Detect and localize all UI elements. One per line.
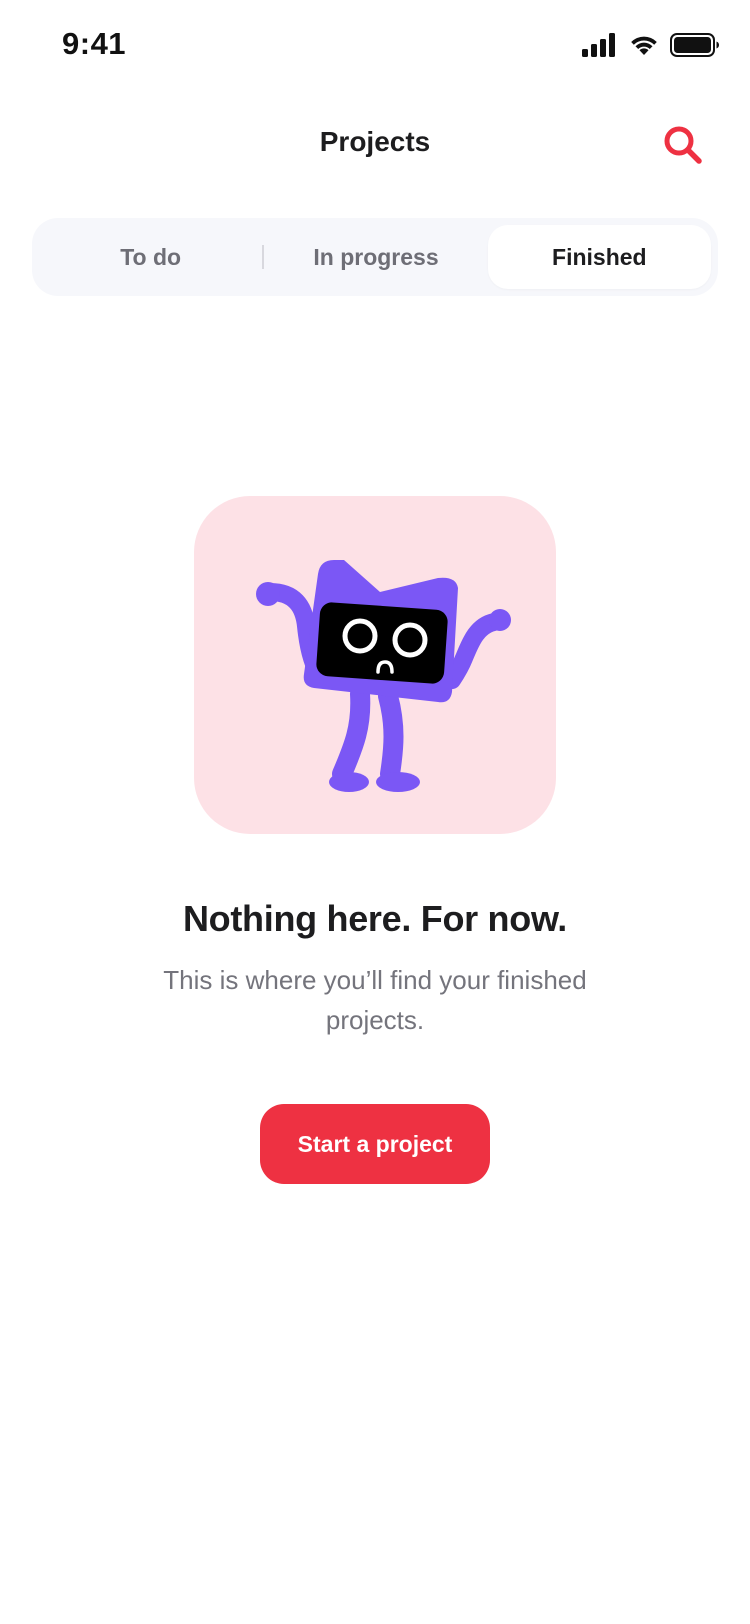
search-icon	[664, 126, 702, 164]
status-time: 9:41	[62, 26, 127, 61]
empty-state-illustration	[194, 496, 556, 834]
nav-header: Projects	[0, 110, 750, 180]
status-icons	[582, 30, 720, 60]
status-bar: 9:41	[0, 0, 750, 90]
battery-icon	[670, 33, 719, 57]
empty-state-subtitle: This is where you’ll find your finished …	[163, 965, 587, 1035]
tab-to-do[interactable]: To do	[39, 225, 262, 289]
tab-in-progress[interactable]: In progress	[264, 225, 487, 289]
start-project-button[interactable]: Start a project	[260, 1104, 490, 1184]
signal-icon	[582, 33, 615, 57]
page-title: Projects	[319, 126, 431, 157]
empty-state-title: Nothing here. For now.	[182, 898, 568, 939]
search-button[interactable]	[660, 122, 706, 168]
tab-finished[interactable]: Finished	[487, 225, 711, 289]
sad-folder-character-icon	[256, 560, 511, 792]
wifi-icon	[631, 36, 657, 55]
status-tabs: To do In progress Finished	[32, 218, 718, 296]
